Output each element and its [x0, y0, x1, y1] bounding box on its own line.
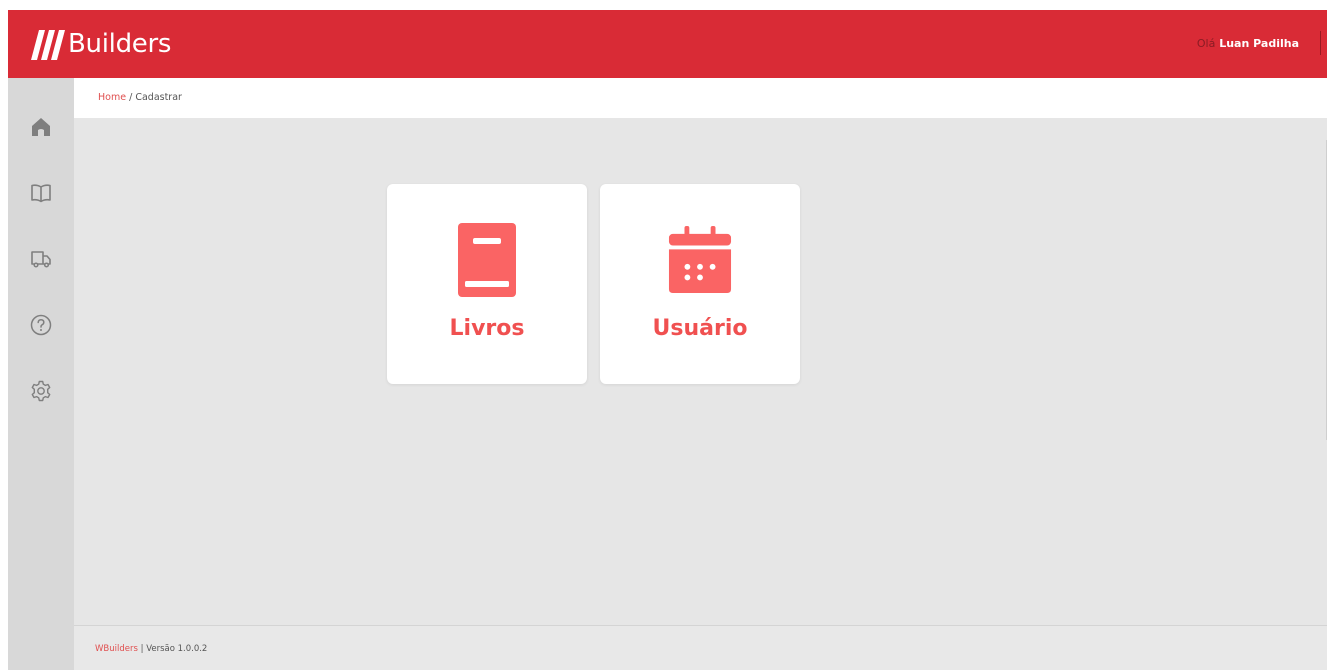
logo-mark-icon	[31, 30, 65, 60]
user-name: Luan Padilha	[1219, 37, 1299, 50]
card-label-usuario: Usuário	[652, 316, 748, 341]
help-icon	[30, 314, 52, 336]
footer-separator: |	[140, 644, 144, 654]
truck-icon	[31, 251, 51, 268]
sidebar-item-settings[interactable]	[28, 378, 54, 404]
sidebar-item-books[interactable]	[28, 180, 54, 206]
calendar-icon	[668, 226, 732, 293]
card-label-livros: Livros	[449, 316, 525, 341]
breadcrumb: Home / Cadastrar	[98, 92, 182, 103]
footer-version: Versão 1.0.0.2	[146, 644, 208, 654]
footer-brand: WBuilders	[95, 644, 138, 654]
home-icon	[32, 118, 50, 136]
book-icon	[458, 223, 516, 297]
breadcrumb-separator: /	[129, 92, 133, 103]
breadcrumb-bar: Home / Cadastrar	[74, 78, 1327, 118]
greeting-hi: Olá	[1196, 37, 1216, 50]
card-icon-wrap	[668, 222, 732, 298]
sidebar	[8, 78, 74, 670]
sidebar-item-delivery[interactable]	[28, 246, 54, 272]
top-bar: Builders Olá Luan Padilha	[8, 10, 1327, 78]
logo-text: Builders	[68, 29, 172, 59]
app-frame: Builders Olá Luan Padilha Home / Cadastr…	[8, 10, 1327, 670]
gear-icon	[31, 380, 51, 402]
book-open-icon	[31, 184, 51, 203]
header-divider	[1320, 31, 1321, 55]
footer-text: WBuilders | Versão 1.0.0.2	[95, 644, 207, 654]
card-icon-wrap	[455, 222, 519, 298]
card-livros[interactable]: Livros	[387, 184, 587, 384]
app-logo[interactable]: Builders	[26, 24, 171, 64]
breadcrumb-home-link[interactable]: Home	[98, 92, 126, 103]
sidebar-item-home[interactable]	[28, 114, 54, 140]
breadcrumb-current: Cadastrar	[135, 92, 182, 103]
card-usuario[interactable]: Usuário	[600, 184, 800, 384]
sidebar-item-help[interactable]	[28, 312, 54, 338]
footer: WBuilders | Versão 1.0.0.2	[74, 625, 1327, 670]
user-greeting[interactable]: Olá Luan Padilha	[1197, 37, 1299, 50]
